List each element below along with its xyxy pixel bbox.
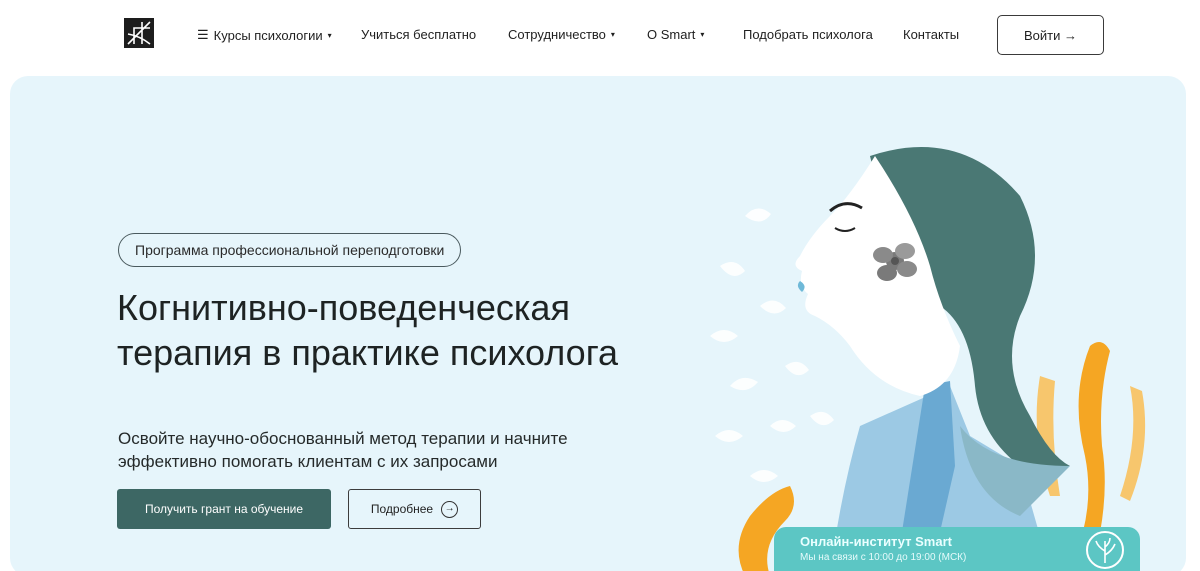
chat-widget[interactable]: Онлайн-институт Smart Мы на связи с 10:0… <box>774 527 1140 571</box>
page: ☰ Курсы психологии ▾ Учиться бесплатно С… <box>0 0 1200 571</box>
logo-icon[interactable] <box>124 18 154 48</box>
nav-item-free-study[interactable]: Учиться бесплатно <box>361 27 476 42</box>
nav-item-find-psychologist[interactable]: Подобрать психолога <box>743 27 873 42</box>
nav-label: Контакты <box>903 27 960 42</box>
chevron-down-icon: ▾ <box>610 30 615 39</box>
site-header: ☰ Курсы психологии ▾ Учиться бесплатно С… <box>0 0 1200 72</box>
nav-label: Курсы психологии <box>213 27 323 43</box>
nav-item-courses[interactable]: ☰ Курсы психологии ▾ <box>197 27 332 43</box>
chat-title: Онлайн-институт Smart <box>800 534 952 549</box>
hero-subtitle: Освойте научно-обоснованный метод терапи… <box>118 427 638 473</box>
circle-arrow-icon: → <box>441 500 459 518</box>
nav-label: Подобрать психолога <box>743 27 873 42</box>
more-info-button[interactable]: Подробнее → <box>348 489 481 529</box>
subtitle-line-1: Освойте научно-обоснованный метод терапи… <box>118 429 568 448</box>
title-line-1: Когнитивно-поведенческая <box>117 287 570 328</box>
subtitle-line-2: эффективно помогать клиентам с их запрос… <box>118 452 498 471</box>
nav-label: Сотрудничество <box>508 27 606 42</box>
login-label: Войти → <box>1024 27 1077 43</box>
title-line-2: терапия в практике психолога <box>117 332 619 373</box>
menu-icon: ☰ <box>197 27 209 42</box>
chat-hours: Мы на связи с 10:00 до 19:00 (МСК) <box>800 552 967 563</box>
nav-label: О Smart <box>647 27 696 42</box>
hero-section: Программа профессиональной переподготовк… <box>10 76 1186 571</box>
nav-label: Учиться бесплатно <box>361 27 477 42</box>
nav-item-partnership[interactable]: Сотрудничество ▾ <box>508 27 615 42</box>
chevron-down-icon: ▾ <box>700 30 705 39</box>
tree-logo-icon <box>1086 531 1124 569</box>
page-title: Когнитивно-поведенческая терапия в практ… <box>117 285 717 375</box>
get-grant-button[interactable]: Получить грант на обучение <box>117 489 331 529</box>
more-info-label: Подробнее <box>370 502 434 516</box>
login-button[interactable]: Войти → <box>997 15 1104 55</box>
nav-item-contacts[interactable]: Контакты <box>903 27 959 42</box>
woman-illustration <box>710 147 1146 571</box>
nav-item-about[interactable]: О Smart ▾ <box>647 27 704 42</box>
chevron-down-icon: ▾ <box>327 30 332 40</box>
get-grant-label: Получить грант на обучение <box>144 502 304 516</box>
program-badge: Программа профессиональной переподготовк… <box>118 233 462 267</box>
